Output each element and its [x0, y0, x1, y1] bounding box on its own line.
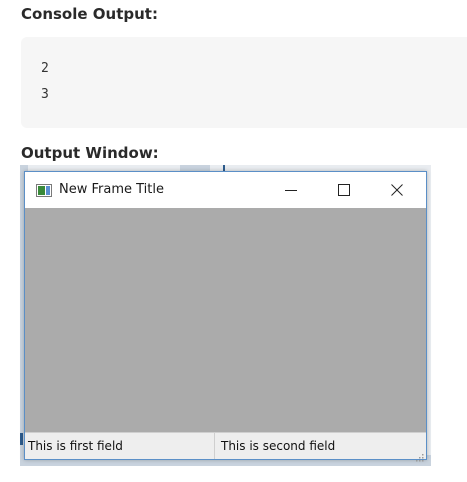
frame-window: New Frame Title This is first field This — [24, 171, 427, 462]
resize-grip-icon[interactable] — [414, 447, 424, 462]
close-button[interactable] — [374, 172, 420, 208]
status-field-first: This is first field — [25, 433, 215, 459]
console-line: 3 — [41, 87, 49, 102]
java-frame-icon — [36, 182, 52, 197]
window-title: New Frame Title — [59, 182, 164, 197]
minimize-button[interactable] — [268, 172, 314, 208]
page: Console Output: 2 3 Output Window: New F… — [0, 0, 467, 482]
maximize-icon — [338, 181, 350, 200]
status-bar: This is first field This is second field — [25, 432, 426, 462]
minimize-icon — [285, 181, 297, 200]
title-bar[interactable]: New Frame Title — [25, 172, 426, 208]
maximize-button[interactable] — [321, 172, 367, 208]
frame-content-area — [25, 208, 426, 432]
close-icon — [391, 181, 403, 200]
backdrop-line — [20, 433, 23, 445]
console-output-heading: Console Output: — [21, 5, 158, 23]
console-line: 2 — [41, 61, 49, 76]
status-field-second: This is second field — [221, 439, 336, 453]
console-output-box: 2 3 — [21, 37, 467, 128]
output-window-heading: Output Window: — [21, 144, 159, 162]
